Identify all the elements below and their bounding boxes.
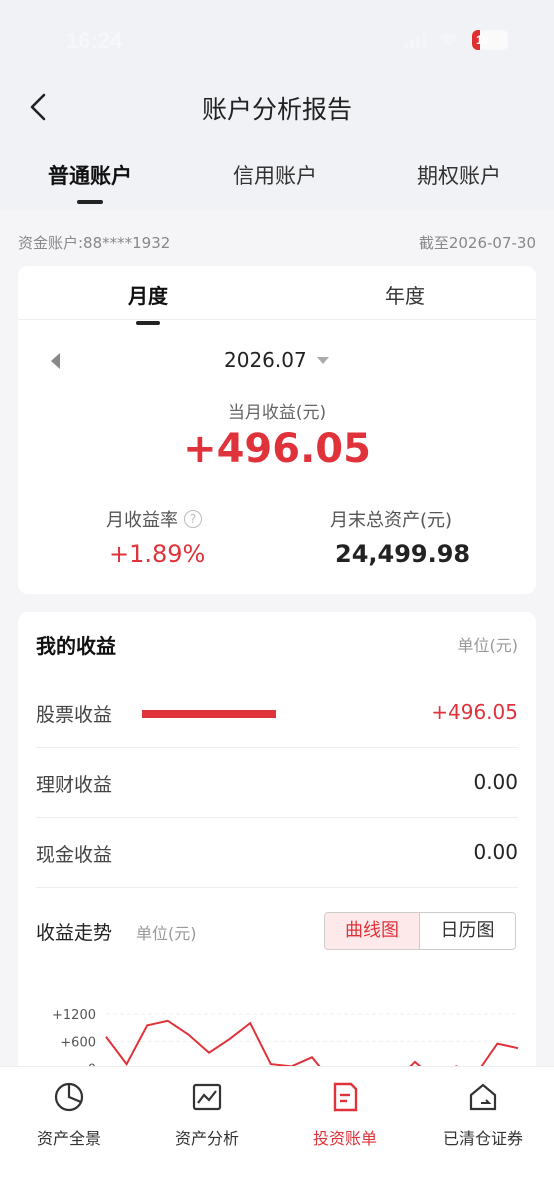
trend-title: 收益走势 bbox=[36, 922, 113, 944]
active-tab-indicator bbox=[136, 321, 160, 325]
rate-label: 月收益率 ? bbox=[106, 506, 202, 532]
earn-row-label: 现金收益 bbox=[36, 844, 113, 866]
my-earnings-card: 我的收益 单位(元) 股票收益 +496.05 理财收益 0.00 现金收益 0… bbox=[18, 612, 536, 1082]
month-select[interactable]: 2026.07 bbox=[224, 348, 329, 372]
curve-chart-button[interactable]: 曲线图 bbox=[325, 913, 420, 949]
cleared-house-icon bbox=[469, 1083, 497, 1111]
earn-row-label: 理财收益 bbox=[36, 774, 113, 796]
battery-level: 10 bbox=[476, 33, 490, 47]
earn-row-value: 0.00 bbox=[473, 840, 518, 864]
nav-label: 投资账单 bbox=[312, 1129, 377, 1148]
pie-chart-icon bbox=[54, 1082, 84, 1112]
tab-credit-account[interactable]: 信用账户 bbox=[233, 160, 317, 190]
page-title: 账户分析报告 bbox=[201, 95, 352, 124]
tab-label: 普通账户 bbox=[48, 164, 132, 188]
active-tab-indicator bbox=[77, 200, 103, 204]
wifi-icon bbox=[440, 33, 458, 47]
tab-label: 月度 bbox=[128, 284, 168, 308]
battery-icon: 10 bbox=[472, 30, 508, 50]
earn-row-wealth[interactable]: 理财收益 0.00 bbox=[36, 748, 518, 818]
assets-label: 月末总资产(元) bbox=[330, 506, 452, 532]
period-tabs: 月度 年度 bbox=[18, 266, 536, 325]
chevron-down-icon bbox=[316, 356, 329, 364]
account-tabs: 普通账户 信用账户 期权账户 bbox=[0, 160, 554, 204]
status-time: 16:24 bbox=[66, 28, 123, 53]
prev-month-icon[interactable] bbox=[50, 352, 62, 370]
y-tick-label: +1200 bbox=[52, 1008, 96, 1023]
as-of-date: 截至2026-07-30 bbox=[418, 234, 536, 252]
tab-label: 期权账户 bbox=[417, 164, 501, 188]
tab-yearly[interactable]: 年度 bbox=[385, 280, 425, 309]
bill-icon bbox=[333, 1082, 358, 1112]
nav-cleared-securities[interactable]: 已清仓证券 bbox=[414, 1081, 552, 1149]
nav-asset-analysis[interactable]: 资产分析 bbox=[138, 1081, 276, 1149]
rate-value: +1.89% bbox=[109, 540, 206, 568]
signal-icon bbox=[404, 32, 426, 48]
nav-label: 已清仓证券 bbox=[442, 1129, 523, 1148]
assets-label-text: 月末总资产(元) bbox=[330, 510, 453, 531]
status-bar: 16:24 10 bbox=[0, 0, 554, 80]
calendar-chart-button[interactable]: 日历图 bbox=[420, 913, 515, 949]
month-earn-label: 当月收益(元) bbox=[227, 403, 327, 423]
tab-option-account[interactable]: 期权账户 bbox=[417, 160, 501, 190]
account-number: 资金账户:88****1932 bbox=[18, 234, 171, 252]
rate-label-text: 月收益率 bbox=[106, 510, 178, 531]
earn-row-stock[interactable]: 股票收益 +496.05 bbox=[36, 678, 518, 748]
nav-investment-bill[interactable]: 投资账单 bbox=[276, 1081, 414, 1149]
earn-row-value: 0.00 bbox=[473, 770, 518, 794]
line-chart-icon bbox=[192, 1083, 222, 1111]
earn-row-value: +496.05 bbox=[431, 700, 518, 724]
tab-label: 年度 bbox=[385, 284, 425, 308]
selected-month: 2026.07 bbox=[224, 348, 307, 372]
tab-normal-account[interactable]: 普通账户 bbox=[48, 160, 132, 204]
help-icon[interactable]: ? bbox=[184, 510, 202, 528]
header: 账户分析报告 普通账户 信用账户 期权账户 bbox=[0, 80, 554, 210]
tab-monthly[interactable]: 月度 bbox=[128, 280, 168, 325]
my-earnings-title: 我的收益 bbox=[36, 634, 116, 658]
y-tick-label: +600 bbox=[60, 1035, 96, 1050]
earn-bar bbox=[142, 710, 276, 718]
nav-label: 资产分析 bbox=[174, 1129, 239, 1148]
monthly-summary-card: 月度 年度 2026.07 当月收益(元) +496.05 月收益率 ? +1.… bbox=[18, 266, 536, 594]
month-earn-value: +496.05 bbox=[183, 426, 371, 472]
account-info-row: 资金账户:88****1932 截至2026-07-30 bbox=[18, 232, 536, 254]
bottom-nav: 资产全景 资产分析 投资账单 已清仓证券 bbox=[0, 1066, 554, 1200]
my-earnings-unit: 单位(元) bbox=[457, 636, 519, 655]
assets-value: 24,499.98 bbox=[335, 540, 471, 568]
nav-asset-overview[interactable]: 资产全景 bbox=[0, 1081, 138, 1149]
chart-type-toggle: 曲线图 日历图 bbox=[324, 912, 516, 950]
earn-row-label: 股票收益 bbox=[36, 704, 113, 726]
tab-label: 信用账户 bbox=[233, 164, 317, 188]
earn-row-cash[interactable]: 现金收益 0.00 bbox=[36, 818, 518, 888]
trend-unit: 单位(元) bbox=[136, 924, 197, 943]
nav-label: 资产全景 bbox=[36, 1129, 101, 1148]
